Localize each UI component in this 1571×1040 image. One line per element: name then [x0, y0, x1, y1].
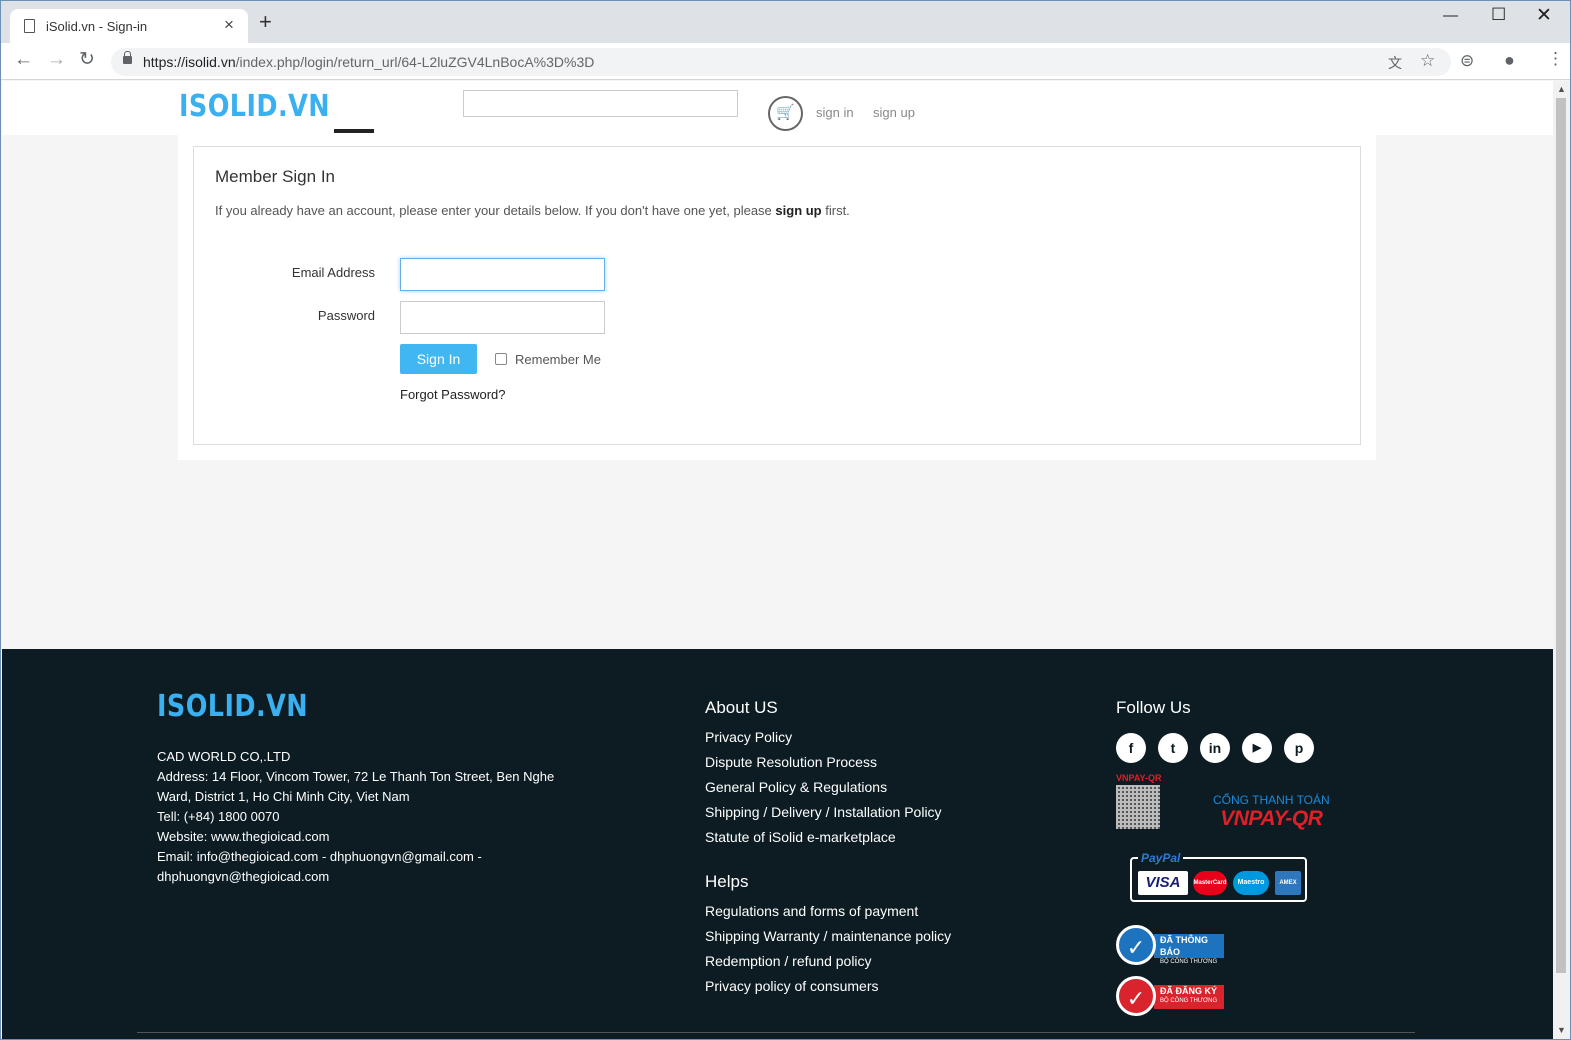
forward-icon[interactable]: →	[47, 50, 66, 70]
vnpay-logo: CỔNG THANH TOÁN VNPAY-QR	[1213, 793, 1330, 831]
amex-icon: AMEX	[1275, 871, 1301, 895]
footer-link[interactable]: General Policy & Regulations	[705, 779, 887, 795]
footer-link[interactable]: Shipping Warranty / maintenance policy	[705, 928, 951, 944]
translate-icon[interactable]: 文	[1388, 53, 1402, 73]
profile-icon[interactable]: ●	[1504, 50, 1515, 71]
sign-up-link[interactable]: sign up	[873, 105, 915, 120]
email-field[interactable]	[400, 258, 605, 291]
lock-icon[interactable]	[123, 51, 132, 64]
company-address: Address: 14 Floor, Vincom Tower, 72 Le T…	[157, 769, 555, 804]
vnpay-qr-code: VNPAY-QR	[1116, 773, 1166, 833]
tab-strip: iSolid.vn - Sign-in × + — ☐ ✕	[1, 1, 1570, 43]
helps-heading: Helps	[705, 872, 749, 891]
linkedin-icon[interactable]: in	[1200, 733, 1230, 763]
search-input[interactable]	[463, 90, 738, 117]
visa-icon: VISA	[1138, 871, 1188, 895]
facebook-icon[interactable]: f	[1116, 733, 1146, 763]
footer-link[interactable]: Redemption / refund policy	[705, 953, 872, 969]
sign-in-button[interactable]: Sign In	[400, 344, 477, 374]
company-website: Website: www.thegioicad.com	[157, 829, 330, 844]
scroll-down-icon[interactable]: ▼	[1557, 1025, 1566, 1035]
close-tab-icon[interactable]: ×	[224, 15, 234, 35]
footer-link[interactable]: Privacy Policy	[705, 729, 792, 745]
company-phone: Tell: (+84) 1800 0070	[157, 809, 280, 824]
site-header: ISOLID.VN 🛒 sign in sign up	[2, 81, 1553, 135]
follow-heading: Follow Us	[1116, 698, 1191, 717]
extension-icon[interactable]: ⊜	[1460, 51, 1474, 71]
registered-badge-blue[interactable]: ĐÃ THÔNG BÁO BỘ CÔNG THƯƠNG ✓	[1116, 925, 1226, 965]
new-tab-icon[interactable]: +	[259, 11, 272, 33]
browser-window: iSolid.vn - Sign-in × + — ☐ ✕ ← → ↻ http…	[0, 0, 1571, 1040]
maximize-icon[interactable]: ☐	[1491, 5, 1506, 25]
vnpay-brand-label: VNPAY-QR	[1220, 807, 1323, 830]
page-content: ISOLID.VN 🛒 sign in sign up Member Sign …	[2, 81, 1553, 1039]
sign-in-link[interactable]: sign in	[816, 105, 854, 120]
page-icon	[24, 19, 35, 33]
login-description: If you already have an account, please e…	[215, 203, 850, 218]
company-email: Email: info@thegioicad.com - dhphuongvn@…	[157, 849, 482, 884]
footer-link[interactable]: Shipping / Delivery / Installation Polic…	[705, 804, 942, 820]
main-content: Member Sign In If you already have an ac…	[178, 135, 1376, 460]
scroll-up-icon[interactable]: ▲	[1557, 84, 1566, 94]
about-heading: About US	[705, 698, 778, 717]
checkmark-icon: ✓	[1116, 925, 1156, 965]
tab-title: iSolid.vn - Sign-in	[46, 19, 148, 34]
cart-icon[interactable]: 🛒	[768, 96, 803, 131]
paypal-logo: PayPal	[1138, 851, 1184, 865]
footer-logo[interactable]: ISOLID.VN	[157, 689, 308, 724]
email-label: Email Address	[291, 265, 375, 280]
login-panel: Member Sign In If you already have an ac…	[193, 146, 1361, 445]
page-scrollbar[interactable]: ▲ ▼	[1553, 81, 1570, 1039]
page-title: Member Sign In	[215, 167, 335, 186]
qr-code-icon	[1116, 785, 1160, 829]
password-field[interactable]	[400, 301, 605, 334]
scrollbar-thumb[interactable]	[1556, 98, 1566, 973]
sign-up-inline-link[interactable]: sign up	[775, 203, 821, 218]
checkmark-icon: ✓	[1116, 976, 1156, 1016]
site-logo[interactable]: ISOLID.VN	[179, 89, 330, 124]
nav-indicator	[334, 129, 374, 133]
footer-link[interactable]: Regulations and forms of payment	[705, 903, 918, 919]
badge-text: ĐÃ THÔNG BÁO BỘ CÔNG THƯƠNG	[1154, 934, 1224, 965]
password-label: Password	[317, 308, 375, 323]
remember-me-checkbox[interactable]	[495, 353, 507, 365]
url-text[interactable]: https://isolid.vn/index.php/login/return…	[143, 54, 594, 70]
twitter-icon[interactable]: t	[1158, 733, 1188, 763]
footer-link[interactable]: Dispute Resolution Process	[705, 754, 877, 770]
payment-methods: PayPal VISA MasterCard Maestro AMEX	[1130, 851, 1307, 902]
minimize-icon[interactable]: —	[1443, 7, 1458, 24]
footer-link[interactable]: Statute of iSolid e-marketplace	[705, 829, 896, 845]
close-window-icon[interactable]: ✕	[1536, 4, 1552, 27]
vnpay-qr-label: VNPAY-QR	[1116, 773, 1162, 783]
site-footer: ISOLID.VN CAD WORLD CO,.LTD Address: 14 …	[2, 649, 1553, 1039]
remember-me-label[interactable]: Remember Me	[515, 352, 601, 367]
badge-text: ĐÃ ĐĂNG KÝ BỘ CÔNG THƯƠNG	[1154, 985, 1224, 1009]
menu-icon[interactable]: ⋮	[1547, 49, 1564, 69]
pinterest-icon[interactable]: p	[1284, 733, 1314, 763]
back-icon[interactable]: ←	[14, 50, 33, 70]
mastercard-icon: MasterCard	[1193, 871, 1227, 895]
bookmark-star-icon[interactable]: ☆	[1420, 51, 1435, 71]
registered-badge-red[interactable]: ĐÃ ĐĂNG KÝ BỘ CÔNG THƯƠNG ✓	[1116, 976, 1226, 1016]
forgot-password-link[interactable]: Forgot Password?	[400, 387, 506, 402]
reload-icon[interactable]: ↻	[79, 50, 95, 70]
footer-link[interactable]: Privacy policy of consumers	[705, 978, 879, 994]
company-name: CAD WORLD CO,.LTD	[157, 749, 291, 764]
footer-divider	[137, 1032, 1415, 1033]
youtube-icon[interactable]: ▶	[1242, 733, 1272, 763]
browser-tab[interactable]: iSolid.vn - Sign-in ×	[10, 9, 248, 43]
maestro-icon: Maestro	[1233, 871, 1269, 895]
browser-toolbar: ← → ↻ https://isolid.vn/index.php/login/…	[1, 43, 1570, 80]
address-bar[interactable]: https://isolid.vn/index.php/login/return…	[111, 48, 1451, 76]
company-info: CAD WORLD CO,.LTD Address: 14 Floor, Vin…	[157, 747, 557, 887]
vnpay-gateway-label: CỔNG THANH TOÁN	[1213, 793, 1330, 807]
